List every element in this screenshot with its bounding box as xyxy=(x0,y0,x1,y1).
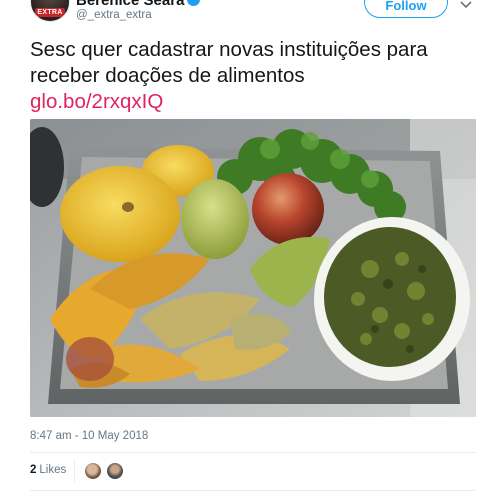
photo-illustration xyxy=(30,119,476,417)
tweet-photo[interactable] xyxy=(30,119,476,417)
tweet-timestamp[interactable]: 8:47 am - 10 May 2018 xyxy=(30,430,148,442)
liker-avatar[interactable] xyxy=(84,462,102,480)
liker-avatar[interactable] xyxy=(106,462,124,480)
verified-badge-icon xyxy=(187,0,201,6)
likes-number: 2 xyxy=(30,464,37,476)
likes-separator xyxy=(74,460,75,482)
tweet-card: EXTRA Berenice Seara @_extra_extra Follo… xyxy=(0,0,500,500)
divider xyxy=(30,490,476,491)
avatar[interactable]: EXTRA xyxy=(30,0,70,22)
avatar-badge: EXTRA xyxy=(35,8,65,17)
tweet-link[interactable]: glo.bo/2rxqxIQ xyxy=(30,89,163,115)
user-handle[interactable]: @_extra_extra xyxy=(76,9,152,21)
divider xyxy=(30,452,476,453)
tweet-text: Sesc quer cadastrar novas instituições p… xyxy=(30,38,428,87)
likes-count[interactable]: 2 Likes xyxy=(30,464,66,476)
chevron-down-icon[interactable] xyxy=(460,1,472,9)
display-name-text: Berenice Seara xyxy=(76,0,185,9)
display-name[interactable]: Berenice Seara xyxy=(76,0,201,9)
follow-button[interactable]: Follow xyxy=(364,0,448,18)
likes-label: Likes xyxy=(39,464,67,476)
